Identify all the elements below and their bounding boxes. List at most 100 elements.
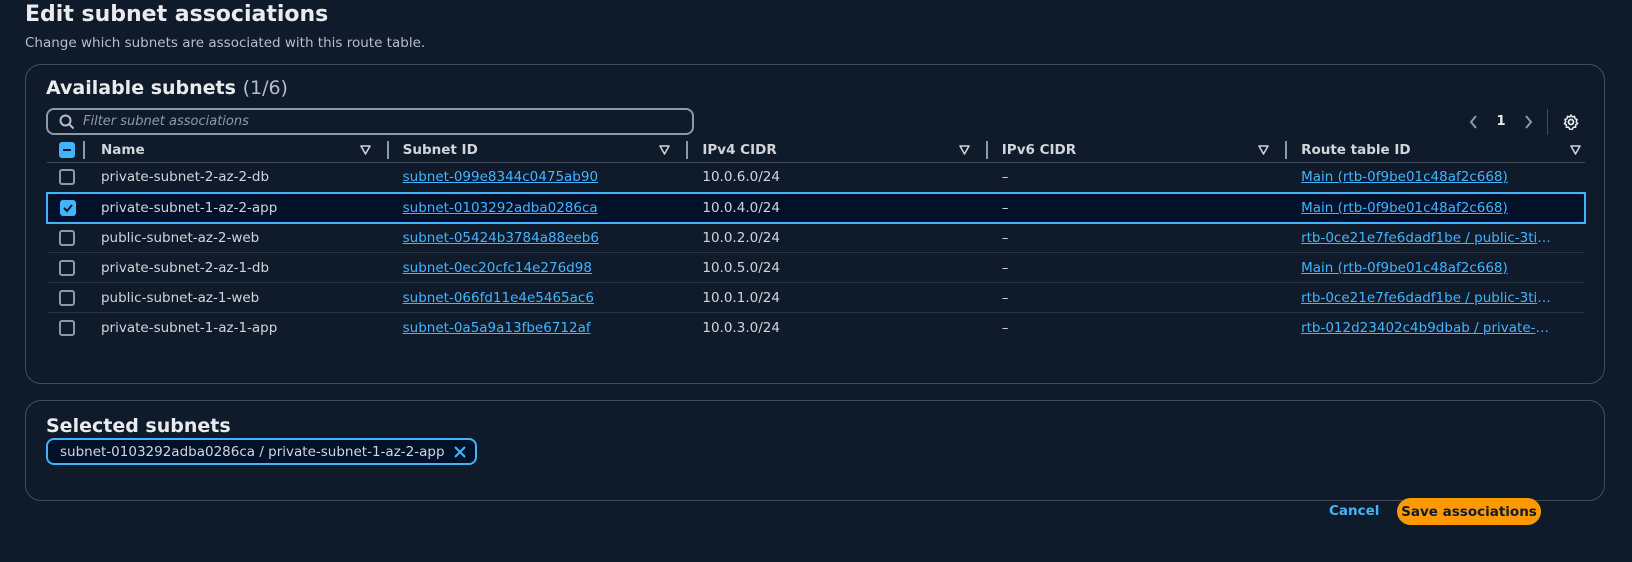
save-associations-button[interactable]: Save associations — [1397, 498, 1541, 525]
subnet-id-link[interactable]: subnet-0ec20cfc14e276d98 — [403, 260, 592, 276]
row-checkbox[interactable] — [59, 229, 75, 246]
column-header-route-table-id[interactable]: Route table ID — [1287, 138, 1585, 163]
cell-name: public-subnet-az-1-web — [86, 282, 389, 313]
next-page-button[interactable] — [1515, 109, 1541, 135]
table-row[interactable]: private-subnet-1-az-2-app subnet-0103292… — [46, 191, 1586, 224]
search-icon — [59, 114, 75, 129]
table-row[interactable]: private-subnet-2-az-2-db subnet-099e8344… — [47, 162, 1585, 193]
row-checkbox[interactable] — [59, 169, 75, 186]
column-label-ipv4-cidr: IPv4 CIDR — [702, 142, 777, 158]
table-row[interactable]: public-subnet-az-1-web subnet-066fd11e4e… — [47, 282, 1585, 313]
cell-ipv6-cidr: – — [987, 252, 1288, 283]
chevron-left-icon — [1469, 114, 1477, 129]
cell-ipv6-cidr: – — [987, 222, 1288, 253]
remove-token-button[interactable] — [453, 445, 467, 459]
cell-ipv6-cidr: – — [987, 162, 1288, 193]
cell-name: private-subnet-1-az-1-app — [100, 319, 278, 336]
sort-caret-icon — [659, 145, 671, 155]
cell-subnet-id: subnet-0103292adba0286ca — [388, 191, 689, 224]
table-row[interactable]: public-subnet-az-2-web subnet-05424b3784… — [47, 222, 1585, 253]
checkmark-icon — [63, 203, 73, 212]
cell-ipv4-cidr: 10.0.2.0/24 — [688, 222, 988, 253]
cell-ipv4-cidr: 10.0.5.0/24 — [688, 252, 988, 283]
close-icon — [453, 445, 466, 458]
page-title: Edit subnet associations — [25, 2, 329, 27]
row-select-cell — [47, 162, 87, 193]
route-table-link[interactable]: rtb-012d23402c4b9dbab / private-3ti... — [1301, 320, 1551, 336]
selected-subnet-token-label: subnet-0103292adba0286ca / private-subne… — [60, 443, 445, 460]
row-select-cell — [46, 191, 87, 224]
cell-ipv4-cidr: 10.0.6.0/24 — [688, 162, 988, 193]
cell-subnet-id: subnet-066fd11e4e5465ac6 — [388, 282, 689, 313]
cell-name: public-subnet-az-2-web — [86, 222, 389, 253]
available-subnets-title: Available subnets — [46, 77, 236, 99]
column-label-name: Name — [100, 142, 145, 158]
gear-icon — [1563, 113, 1579, 130]
cell-route-table-id: rtb-0ce21e7fe6dadf1be / public-3tier-RT — [1287, 222, 1585, 253]
subnet-id-link[interactable]: subnet-0a5a9a13fbe6712af — [403, 320, 591, 336]
table-row[interactable]: private-subnet-2-az-1-db subnet-0ec20cfc… — [47, 252, 1585, 283]
cell-ipv6-cidr: – — [987, 191, 1288, 224]
subnet-id-link[interactable]: subnet-0103292adba0286ca — [403, 200, 598, 216]
column-label-ipv6-cidr: IPv6 CIDR — [1001, 142, 1077, 158]
cell-subnet-id: subnet-05424b3784a88eeb6 — [388, 222, 689, 253]
subnets-table: Name Subnet ID IPv4 CIDR IPv6 CIDR Route… — [46, 138, 1586, 343]
sort-caret-icon — [959, 145, 970, 155]
cell-route-table-id: Main (rtb-0f9be01c48af2c668) — [1287, 162, 1585, 193]
row-select-cell — [47, 313, 87, 343]
row-checkbox[interactable] — [59, 259, 75, 276]
row-select-cell — [47, 222, 87, 253]
route-table-link[interactable]: Main (rtb-0f9be01c48af2c668) — [1301, 260, 1508, 276]
available-subnets-panel: Available subnets (1/6) 1 — [25, 64, 1605, 384]
selected-subnets-heading: Selected subnets — [46, 415, 231, 437]
route-table-link[interactable]: Main (rtb-0f9be01c48af2c668) — [1301, 200, 1508, 216]
available-subnets-heading: Available subnets (1/6) — [46, 77, 288, 99]
pagination: 1 — [1461, 108, 1584, 135]
table-header-row: Name Subnet ID IPv4 CIDR IPv6 CIDR Route… — [47, 138, 1585, 163]
chevron-right-icon — [1525, 114, 1533, 129]
current-page-number[interactable]: 1 — [1487, 114, 1515, 129]
cell-ipv6-cidr: – — [1001, 319, 1009, 336]
column-header-name[interactable]: Name — [86, 138, 389, 163]
subnet-id-link[interactable]: subnet-066fd11e4e5465ac6 — [403, 290, 594, 306]
row-checkbox[interactable] — [59, 319, 75, 336]
column-label-route-table-id: Route table ID — [1301, 142, 1411, 158]
row-checkbox[interactable] — [59, 289, 75, 306]
select-all-header — [47, 138, 87, 163]
cell-name: private-subnet-2-az-1-db — [86, 252, 389, 283]
sort-caret-icon — [1570, 145, 1581, 155]
column-label-subnet-id: Subnet ID — [402, 142, 478, 158]
filter-input[interactable] — [83, 114, 643, 129]
route-table-link[interactable]: rtb-0ce21e7fe6dadf1be / public-3tier-RT — [1301, 230, 1551, 246]
available-subnets-count: (1/6) — [242, 77, 288, 99]
cell-route-table-id: Main (rtb-0f9be01c48af2c668) — [1287, 191, 1586, 224]
sort-caret-icon — [359, 145, 371, 155]
column-header-ipv6-cidr[interactable]: IPv6 CIDR — [987, 138, 1288, 163]
route-table-link[interactable]: rtb-0ce21e7fe6dadf1be / public-3tier-RT — [1301, 290, 1551, 306]
cell-subnet-id: subnet-0a5a9a13fbe6712af — [389, 313, 689, 343]
column-header-subnet-id[interactable]: Subnet ID — [388, 138, 689, 163]
row-select-cell — [47, 252, 87, 283]
cell-subnet-id: subnet-0ec20cfc14e276d98 — [388, 252, 689, 283]
row-checkbox[interactable] — [60, 199, 76, 216]
cell-subnet-id: subnet-099e8344c0475ab90 — [388, 162, 689, 193]
route-table-link[interactable]: Main (rtb-0f9be01c48af2c668) — [1301, 169, 1508, 185]
previous-page-button[interactable] — [1461, 109, 1487, 135]
column-header-ipv4-cidr[interactable]: IPv4 CIDR — [688, 138, 988, 163]
cell-ipv4-cidr: 10.0.3.0/24 — [702, 319, 780, 336]
preferences-button[interactable] — [1558, 109, 1584, 135]
pager-divider — [1547, 108, 1548, 135]
selected-subnet-token: subnet-0103292adba0286ca / private-subne… — [46, 438, 477, 465]
cell-ipv4-cidr: 10.0.4.0/24 — [688, 191, 988, 224]
filter-box[interactable] — [46, 108, 694, 135]
table-row[interactable]: private-subnet-1-az-1-app subnet-0a5a9a1… — [47, 313, 1585, 343]
cancel-button[interactable]: Cancel — [1329, 499, 1379, 524]
subnet-id-link[interactable]: subnet-05424b3784a88eeb6 — [403, 230, 599, 246]
cell-name: private-subnet-1-az-2-app — [86, 191, 389, 224]
select-all-checkbox[interactable] — [59, 142, 75, 158]
cell-ipv4-cidr: 10.0.1.0/24 — [688, 282, 988, 313]
cell-name: private-subnet-2-az-2-db — [86, 162, 389, 193]
subnet-id-link[interactable]: subnet-099e8344c0475ab90 — [403, 169, 598, 185]
cell-route-table-id: Main (rtb-0f9be01c48af2c668) — [1287, 252, 1585, 283]
page-description: Change which subnets are associated with… — [25, 35, 426, 51]
